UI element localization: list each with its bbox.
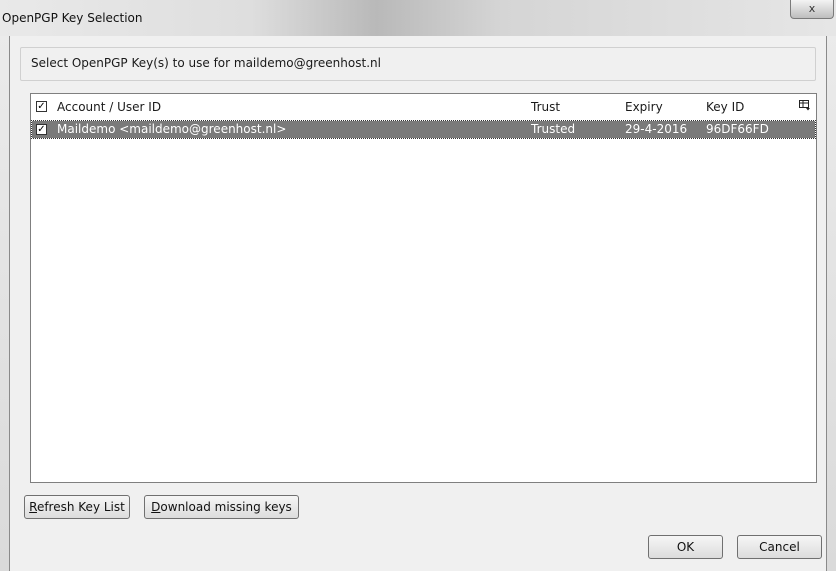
column-header-account[interactable]: Account / User ID xyxy=(57,100,161,114)
column-picker-icon[interactable] xyxy=(799,99,811,111)
title-bar[interactable]: OpenPGP Key Selection x xyxy=(0,0,836,36)
refresh-label: efresh Key List xyxy=(36,500,125,514)
row-checkbox[interactable]: ✓ xyxy=(36,124,47,135)
column-header-trust[interactable]: Trust xyxy=(531,100,560,114)
refresh-mnemonic: R xyxy=(29,500,37,514)
column-header-key-id[interactable]: Key ID xyxy=(706,100,744,114)
close-button[interactable]: x xyxy=(790,0,834,19)
window-title: OpenPGP Key Selection xyxy=(2,11,143,25)
cancel-button[interactable]: Cancel xyxy=(737,535,822,559)
ok-button[interactable]: OK xyxy=(648,535,723,559)
download-label: ownload missing keys xyxy=(160,500,292,514)
table-row[interactable]: ✓ Maildemo <maildemo@greenhost.nl> Trust… xyxy=(31,120,816,139)
row-trust: Trusted xyxy=(531,122,576,136)
column-header-expiry[interactable]: Expiry xyxy=(625,100,663,114)
prompt-label: Select OpenPGP Key(s) to use for maildem… xyxy=(31,56,381,70)
dialog-window: OpenPGP Key Selection x Select OpenPGP K… xyxy=(0,0,836,571)
select-all-checkbox[interactable]: ✓ xyxy=(36,101,47,112)
download-missing-keys-button[interactable]: Download missing keys xyxy=(144,495,299,519)
row-key-id: 96DF66FD xyxy=(706,122,769,136)
key-list[interactable]: ✓ Account / User ID Trust Expiry Key ID … xyxy=(30,93,817,483)
prompt-group: Select OpenPGP Key(s) to use for maildem… xyxy=(20,47,816,81)
row-account: Maildemo <maildemo@greenhost.nl> xyxy=(57,122,287,136)
row-expiry: 29-4-2016 xyxy=(625,122,688,136)
refresh-key-list-button[interactable]: Refresh Key List xyxy=(24,495,130,519)
list-header: ✓ Account / User ID Trust Expiry Key ID xyxy=(31,94,816,120)
dialog-body: Select OpenPGP Key(s) to use for maildem… xyxy=(9,36,827,571)
